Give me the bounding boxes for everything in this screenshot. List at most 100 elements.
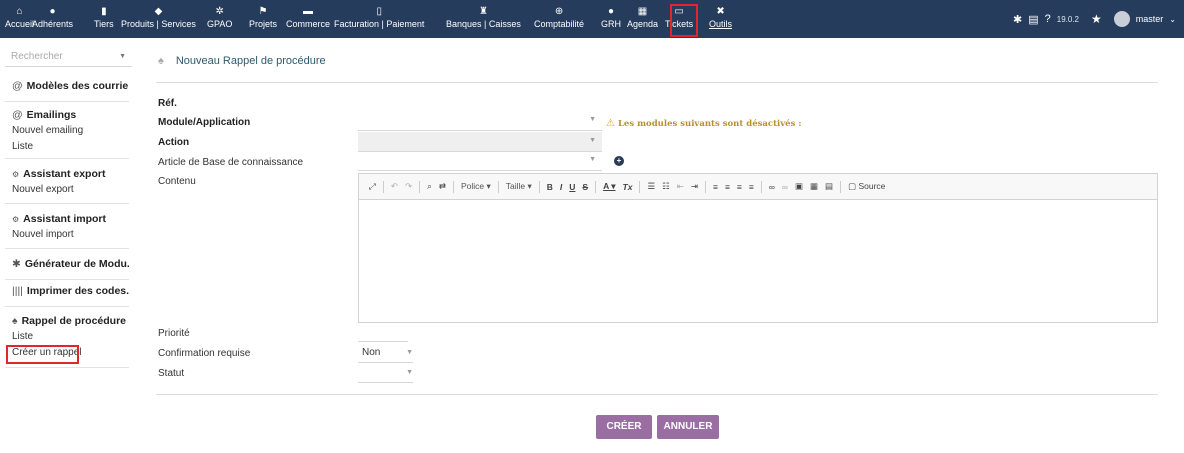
cogs-icon: ⚙ xyxy=(12,215,20,224)
undo-icon[interactable]: ↶ xyxy=(391,181,398,192)
unlink-icon[interactable]: ∞ xyxy=(782,182,788,192)
page-title: ♠ Nouveau Rappel de procédure xyxy=(158,55,326,67)
font-combo[interactable]: Police ▾ xyxy=(461,181,491,192)
hr-icon: ● xyxy=(607,6,615,17)
building-icon: ▮ xyxy=(101,6,107,17)
sidebar-item-reminder[interactable]: ♠ Rappel de procédure xyxy=(5,313,129,329)
kb-article-select[interactable]: ▼ xyxy=(358,151,602,171)
user-login[interactable]: master xyxy=(1136,14,1164,24)
cogs-icon: ✲ xyxy=(215,6,224,17)
chevron-down-icon: ▼ xyxy=(406,369,413,376)
bulleted-list-icon[interactable]: ☷ xyxy=(662,181,670,192)
action-select[interactable]: ▼ xyxy=(358,132,602,152)
module-select[interactable]: ▼ xyxy=(358,111,602,131)
bookmark-star-icon[interactable]: ★ xyxy=(1091,12,1102,26)
warning-icon: ⚠ xyxy=(606,118,615,129)
find-icon[interactable]: ⌕ xyxy=(427,181,432,192)
left-sidebar: Rechercher ▼ @ Modèles des courriels @ Emai… xyxy=(0,38,134,453)
align-justify-icon[interactable]: ≡ xyxy=(749,182,754,192)
bug-icon[interactable]: ✱ xyxy=(1013,13,1022,26)
sidebar-link-new-emailing[interactable]: Nouvel emailing xyxy=(5,123,129,139)
image-icon[interactable]: ▣ xyxy=(795,181,803,192)
chevron-down-icon[interactable]: ⌄ xyxy=(1169,15,1176,24)
toolbar-separator xyxy=(538,180,540,193)
toolbar-separator xyxy=(639,180,641,193)
toolbar-separator xyxy=(452,180,454,193)
status-select[interactable]: ▼ xyxy=(358,363,413,383)
sidebar-item-emailings[interactable]: @ Emailings xyxy=(5,107,129,123)
italic-button[interactable]: I xyxy=(560,182,562,192)
module-label: Module/Application xyxy=(158,117,251,128)
menu-item-grh[interactable]: ● GRH xyxy=(601,0,621,38)
sidebar-item-generator[interactable]: ✱ Générateur de Modu... xyxy=(5,256,129,272)
at-icon: @ xyxy=(12,80,23,92)
top-menu-bar: ⌂ Accueil ● Adhérents ▮ Tiers ◆ Produits | S… xyxy=(0,0,1184,38)
horizontal-line-icon[interactable]: ▤ xyxy=(825,181,833,192)
replace-icon[interactable]: ⇄ xyxy=(439,181,446,192)
editor-toolbar: ⤢ ↶ ↷ ⌕ ⇄ Police ▾ Taille ▾ B I U S A ▾ … xyxy=(359,174,1157,200)
menu-item-facturation[interactable]: ▯ Facturation | Paiement xyxy=(334,0,424,38)
menu-item-outils[interactable]: ✖ Outils xyxy=(709,0,732,38)
sidebar-block-barcode: |||| Imprimer des codes... xyxy=(5,283,129,307)
priority-field[interactable] xyxy=(358,322,408,342)
help-icon[interactable]: ? xyxy=(1045,13,1051,25)
menu-item-comptabilite[interactable]: ⊕ Comptabilité xyxy=(534,0,584,38)
bold-button[interactable]: B xyxy=(547,182,553,192)
content-editor[interactable]: ⤢ ↶ ↷ ⌕ ⇄ Police ▾ Taille ▾ B I U S A ▾ … xyxy=(358,173,1158,323)
sidebar-link-emailings-list[interactable]: Liste xyxy=(5,139,129,155)
sidebar-item-barcode[interactable]: |||| Imprimer des codes... xyxy=(5,283,129,299)
strike-button[interactable]: S xyxy=(582,182,588,192)
create-reminder-highlight-box xyxy=(6,345,79,364)
content-label: Contenu xyxy=(158,176,196,187)
align-right-icon[interactable]: ≡ xyxy=(737,182,742,192)
at-icon: @ xyxy=(12,109,23,121)
create-button[interactable]: CRÉER xyxy=(596,415,652,439)
menu-item-banques[interactable]: ♜ Banques | Caisses xyxy=(446,0,521,38)
menu-item-agenda[interactable]: ▦ Agenda xyxy=(627,0,658,38)
maximize-icon[interactable]: ⤢ xyxy=(369,181,376,192)
menu-item-tiers[interactable]: ▮ Tiers xyxy=(94,0,114,38)
chevron-down-icon[interactable]: ▼ xyxy=(119,47,126,67)
sidebar-item-export[interactable]: ⚙ Assistant export xyxy=(5,166,129,182)
source-button[interactable]: ▢ Source xyxy=(848,181,885,192)
sidebar-link-new-export[interactable]: Nouvel export xyxy=(5,182,129,198)
redo-icon[interactable]: ↷ xyxy=(405,181,412,192)
menu-item-adherents[interactable]: ● Adhérents xyxy=(32,0,73,38)
link-icon[interactable]: ∞ xyxy=(769,182,775,192)
menu-item-projets[interactable]: ⚑ Projets xyxy=(249,0,277,38)
version-label: 19.0.2 xyxy=(1056,14,1080,24)
priority-label: Priorité xyxy=(158,328,190,339)
table-icon[interactable]: ▦ xyxy=(810,181,818,192)
text-color-button[interactable]: A ▾ xyxy=(603,181,615,192)
toolbar-separator xyxy=(497,180,499,193)
kb-article-label: Article de Base de connaissance xyxy=(158,157,304,168)
align-left-icon[interactable]: ≡ xyxy=(713,182,718,192)
avatar[interactable] xyxy=(1113,11,1130,27)
sidebar-block-generator: ✱ Générateur de Modu... xyxy=(5,256,129,280)
confirmation-select[interactable]: Non ▼ xyxy=(358,343,413,363)
menu-item-accueil[interactable]: ⌂ Accueil xyxy=(5,0,34,38)
sidebar-block-emailings: @ Emailings Nouvel emailing Liste xyxy=(5,107,129,159)
user-icon: ● xyxy=(49,6,56,17)
sidebar-link-new-import[interactable]: Nouvel import xyxy=(5,227,129,243)
sidebar-search[interactable]: Rechercher ▼ xyxy=(5,47,132,67)
main-content: ♠ Nouveau Rappel de procédure Réf. Modul… xyxy=(134,38,1184,453)
sidebar-item-import[interactable]: ⚙ Assistant import xyxy=(5,211,129,227)
sidebar-link-reminder-list[interactable]: Liste xyxy=(5,329,129,345)
size-combo[interactable]: Taille ▾ xyxy=(506,181,532,192)
add-kb-article-icon[interactable]: + xyxy=(614,156,624,166)
sidebar-item-modeles[interactable]: @ Modèles des courriels xyxy=(5,78,129,94)
menu-item-produits[interactable]: ◆ Produits | Services xyxy=(121,0,196,38)
outils-highlight-box xyxy=(670,4,698,37)
remove-format-icon[interactable]: Tx xyxy=(623,182,633,192)
print-icon[interactable]: ▤ xyxy=(1028,13,1038,26)
align-center-icon[interactable]: ≡ xyxy=(725,182,730,192)
barcode-icon: |||| xyxy=(12,285,23,297)
menu-item-commerce[interactable]: ▬ Commerce xyxy=(286,0,330,38)
numbered-list-icon[interactable]: ☰ xyxy=(647,181,655,192)
outdent-icon[interactable]: ⇤ xyxy=(677,181,684,192)
menu-item-gpao[interactable]: ✲ GPAO xyxy=(207,0,232,38)
underline-button[interactable]: U xyxy=(569,182,575,192)
indent-icon[interactable]: ⇥ xyxy=(691,181,698,192)
cancel-button[interactable]: ANNULER xyxy=(657,415,719,439)
